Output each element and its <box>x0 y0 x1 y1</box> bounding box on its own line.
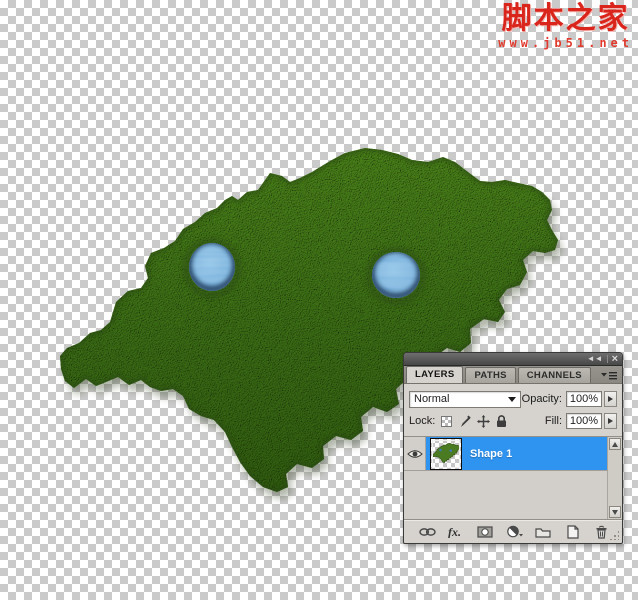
watermark-url: www.jb51.net <box>498 36 633 50</box>
collapse-panel-icon[interactable]: ◄◄ <box>587 354 603 364</box>
new-layer-icon[interactable] <box>563 524 581 540</box>
lock-all-icon[interactable] <box>496 415 507 428</box>
new-group-icon[interactable] <box>534 524 552 540</box>
adjustment-layer-icon[interactable] <box>505 524 523 540</box>
blend-mode-dropdown[interactable]: Normal <box>409 391 521 408</box>
titlebar-divider <box>607 355 608 363</box>
photoshop-canvas: { "watermark": { "title": "脚本之家", "url":… <box>0 0 638 600</box>
lock-position-icon[interactable] <box>477 415 490 428</box>
layer-row-shape1[interactable]: Shape 1 <box>404 437 607 471</box>
panel-titlebar[interactable]: ◄◄ × <box>404 353 622 366</box>
layer-thumbnail[interactable] <box>430 438 462 470</box>
eye-icon <box>407 449 423 459</box>
layer-name: Shape 1 <box>470 448 512 460</box>
layer-mask-icon[interactable] <box>476 524 494 540</box>
opacity-field[interactable]: 100% <box>566 391 602 407</box>
opacity-slider-button[interactable] <box>604 391 617 407</box>
layers-list-main: Shape 1 <box>404 437 608 519</box>
layer-style-icon[interactable]: fx. <box>447 524 465 540</box>
close-icon[interactable]: × <box>612 354 618 364</box>
fill-label: Fill: <box>545 415 562 427</box>
panel-menu-icon[interactable] <box>601 370 617 383</box>
chevron-down-icon <box>508 397 516 402</box>
lock-buttons <box>441 415 507 428</box>
layer-row-main[interactable]: Shape 1 <box>426 437 607 470</box>
layers-panel: ◄◄ × LAYERS PATHS CHANNELS Normal Opacit… <box>403 352 623 544</box>
panel-body: Normal Opacity: 100% Lock: <box>404 384 622 543</box>
resize-grip[interactable] <box>609 530 619 540</box>
tab-layers[interactable]: LAYERS <box>406 366 463 383</box>
lock-transparency-icon[interactable] <box>441 416 452 427</box>
panel-tabstrip: LAYERS PATHS CHANNELS <box>404 366 622 384</box>
lock-pixels-icon[interactable] <box>458 415 471 428</box>
fill-field[interactable]: 100% <box>566 413 602 429</box>
watermark-title: 脚本之家 <box>498 3 633 35</box>
visibility-cell[interactable] <box>404 437 426 470</box>
watermark: 脚本之家 www.jb51.net <box>498 3 633 50</box>
link-layers-icon[interactable] <box>418 524 436 540</box>
arrow-right-icon <box>608 418 613 424</box>
fx-label: fx. <box>448 525 461 538</box>
blend-mode-value: Normal <box>414 393 449 405</box>
lock-label: Lock: <box>409 415 435 427</box>
delete-layer-icon[interactable] <box>592 524 610 540</box>
arrow-right-icon <box>608 396 613 402</box>
scroll-down-icon[interactable] <box>609 506 621 518</box>
opacity-label: Opacity: <box>522 393 562 405</box>
layers-list: Shape 1 <box>404 436 622 519</box>
lock-fill-row: Lock: Fill: 100% <box>404 410 622 432</box>
scroll-up-icon[interactable] <box>609 438 621 450</box>
layers-scrollbar[interactable] <box>608 437 622 519</box>
tab-channels[interactable]: CHANNELS <box>518 367 591 383</box>
tab-paths[interactable]: PATHS <box>465 367 515 383</box>
panel-toolbar: fx. <box>404 519 622 543</box>
blend-opacity-row: Normal Opacity: 100% <box>404 388 622 410</box>
fill-slider-button[interactable] <box>604 413 617 429</box>
